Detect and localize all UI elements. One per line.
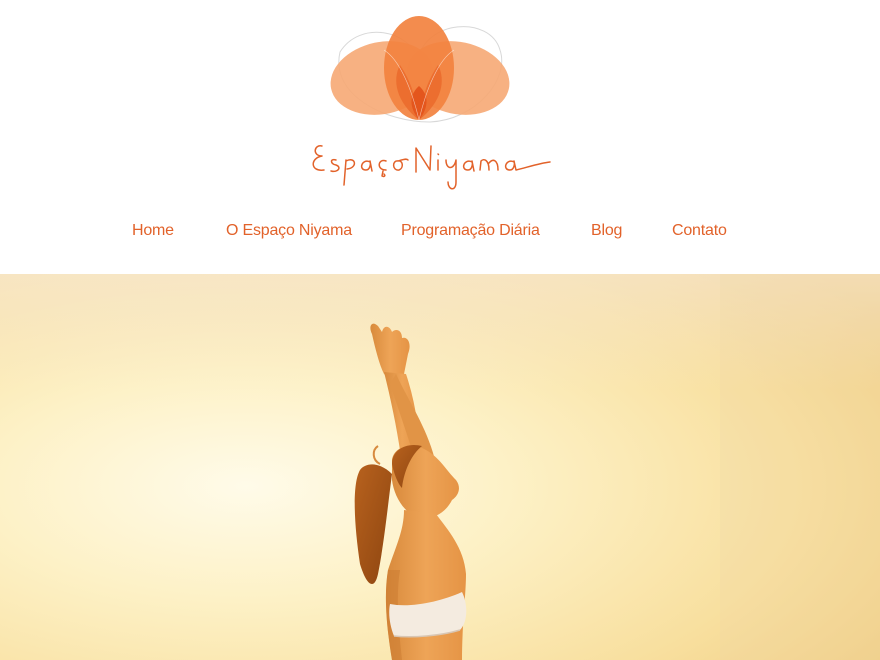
site-header: Home O Espaço Niyama Programação Diária …: [0, 0, 880, 274]
woman-yoga-photo: [0, 274, 880, 660]
hero-image: [0, 274, 880, 660]
nav-item-blog[interactable]: Blog: [591, 222, 622, 240]
site-logo[interactable]: [300, 10, 560, 200]
main-navigation: Home O Espaço Niyama Programação Diária …: [0, 222, 880, 248]
nav-item-home[interactable]: Home: [132, 222, 174, 240]
lotus-icon: [312, 16, 551, 190]
nav-item-o-espaco-niyama[interactable]: O Espaço Niyama: [226, 222, 352, 240]
nav-item-contato[interactable]: Contato: [672, 222, 727, 240]
nav-item-programacao-diaria[interactable]: Programação Diária: [401, 222, 540, 240]
